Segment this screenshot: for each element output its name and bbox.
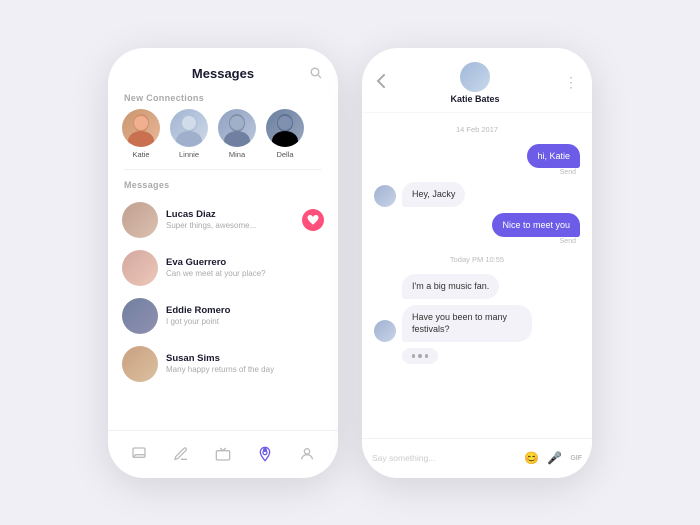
msg-name-eddie: Eddie Romero (166, 305, 324, 316)
typing-indicator (374, 348, 580, 364)
nav-messages[interactable] (131, 446, 147, 462)
sender-avatar-katie (374, 185, 396, 207)
msg-name-susan: Susan Sims (166, 353, 324, 364)
emoji-icon[interactable]: 😊 (524, 451, 539, 465)
connection-name-katie: Katie (132, 150, 149, 159)
bubble-nice-to-meet: Nice to meet you (492, 213, 580, 238)
contact-info: Katie Bates (450, 62, 499, 104)
message-hey-jacky: Hey, Jacky (374, 182, 580, 207)
dot-1 (412, 354, 415, 358)
bottom-nav (108, 430, 338, 478)
connection-mina[interactable]: Mina (218, 109, 256, 159)
contact-avatar (460, 62, 490, 92)
message-music-fan: I'm a big music fan. (374, 274, 580, 299)
messages-section-label: Messages (108, 176, 338, 196)
back-button[interactable] (376, 73, 386, 92)
bubble-hi-katie: hi, Katie (527, 144, 580, 169)
typing-dots (402, 348, 438, 364)
gif-button[interactable]: GIF (570, 455, 582, 462)
connection-name-della: Della (276, 150, 293, 159)
connection-della[interactable]: Della (266, 109, 304, 159)
message-nice-to-meet: Nice to meet you Send (374, 213, 580, 246)
more-options-button[interactable]: ⋮ (564, 74, 578, 91)
avatar-linnie (170, 109, 208, 147)
bubble-festivals: Have you been to many festivals? (402, 305, 532, 342)
msg-content-lucas: Lucas Diaz Super things, awesome... (166, 209, 294, 230)
msg-content-eva: Eva Guerrero Can we meet at your place? (166, 257, 324, 278)
chat-header: Katie Bates ⋮ (362, 48, 592, 113)
connections-row: Katie Linnie Mina Della (108, 109, 338, 169)
msg-preview-susan: Many happy returns of the day (166, 365, 324, 374)
nav-edit[interactable] (173, 446, 189, 462)
new-connections-label: New Connections (108, 89, 338, 109)
avatar-della (266, 109, 304, 147)
message-festivals: Have you been to many festivals? (374, 305, 580, 342)
send-label-1: Send (560, 169, 576, 176)
avatar-susan (122, 346, 158, 382)
msg-item-eddie[interactable]: Eddie Romero I got your point (108, 292, 338, 340)
msg-preview-eddie: I got your point (166, 317, 324, 326)
msg-item-eva[interactable]: Eva Guerrero Can we meet at your place? (108, 244, 338, 292)
avatar-eddie (122, 298, 158, 334)
connection-name-linnie: Linnie (179, 150, 199, 159)
date-label: 14 Feb 2017 (374, 125, 580, 134)
msg-preview-lucas: Super things, awesome... (166, 221, 294, 230)
nav-location[interactable] (257, 446, 273, 462)
connection-name-mina: Mina (229, 150, 245, 159)
search-icon[interactable] (309, 66, 322, 82)
msg-preview-eva: Can we meet at your place? (166, 269, 324, 278)
msg-name-eva: Eva Guerrero (166, 257, 324, 268)
connection-katie[interactable]: Katie (122, 109, 160, 159)
badge-lucas (302, 209, 324, 231)
bubble-music-fan: I'm a big music fan. (402, 274, 499, 299)
divider (124, 169, 322, 170)
send-label-2: Send (560, 238, 576, 245)
chat-input[interactable] (372, 453, 516, 463)
msg-name-lucas: Lucas Diaz (166, 209, 294, 220)
msg-item-susan[interactable]: Susan Sims Many happy returns of the day (108, 340, 338, 388)
chat-phone: Katie Bates ⋮ 14 Feb 2017 hi, Katie Send… (362, 48, 592, 478)
messages-title: Messages (192, 66, 254, 81)
contact-name: Katie Bates (450, 94, 499, 104)
msg-item-lucas[interactable]: Lucas Diaz Super things, awesome... (108, 196, 338, 244)
message-list: Lucas Diaz Super things, awesome... Eva … (108, 196, 338, 392)
msg-content-eddie: Eddie Romero I got your point (166, 305, 324, 326)
message-hi-katie: hi, Katie Send (374, 144, 580, 177)
nav-tv[interactable] (215, 446, 231, 462)
dot-2 (418, 354, 421, 358)
connection-linnie[interactable]: Linnie (170, 109, 208, 159)
dot-3 (425, 354, 428, 358)
avatar-katie (122, 109, 160, 147)
sender-avatar-katie-2 (374, 320, 396, 342)
chat-body: 14 Feb 2017 hi, Katie Send Hey, Jacky Ni… (362, 113, 592, 411)
mic-icon[interactable]: 🎤 (547, 451, 562, 465)
time-label: Today PM 10:55 (374, 255, 580, 264)
left-header: Messages (108, 48, 338, 89)
bubble-hey-jacky: Hey, Jacky (402, 182, 465, 207)
messages-phone: Messages New Connections Katie Linnie (108, 48, 338, 478)
chat-input-bar: 😊 🎤 GIF (362, 438, 592, 478)
nav-dot (263, 448, 267, 452)
avatar-lucas (122, 202, 158, 238)
avatar-mina (218, 109, 256, 147)
avatar-eva (122, 250, 158, 286)
msg-content-susan: Susan Sims Many happy returns of the day (166, 353, 324, 374)
nav-profile[interactable] (299, 446, 315, 462)
